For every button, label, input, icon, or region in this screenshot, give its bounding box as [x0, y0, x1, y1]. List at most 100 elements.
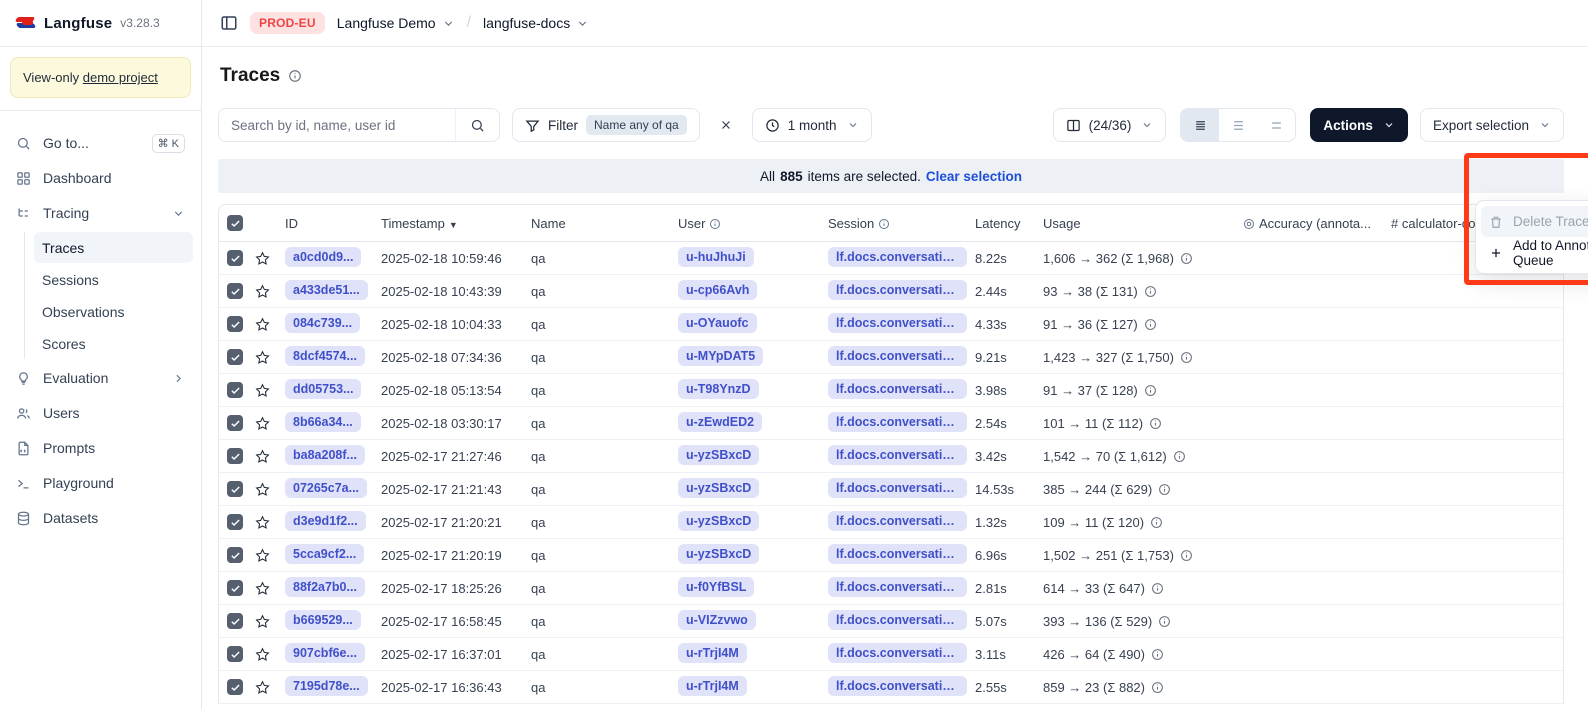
row-height-large-icon[interactable] [1257, 109, 1295, 141]
sidebar-item-scores[interactable]: Scores [34, 328, 193, 359]
trace-id-badge[interactable]: ba8a208f... [285, 445, 365, 465]
session-badge[interactable]: lf.docs.conversation... [828, 544, 967, 564]
row-checkbox[interactable] [227, 646, 243, 662]
bookmark-star-icon[interactable] [255, 284, 285, 299]
clear-selection-link[interactable]: Clear selection [926, 169, 1022, 184]
header-usage[interactable]: Usage [1043, 216, 1243, 231]
menu-item-add-to-annotation-queue[interactable]: Add to Annotation Queue [1481, 237, 1588, 268]
row-checkbox[interactable] [227, 316, 243, 332]
user-badge[interactable]: u-cp66Avh [678, 280, 757, 300]
table-row[interactable]: 7195d78e... 2025-02-17 16:36:43 qa u-rTr… [219, 671, 1563, 704]
table-row[interactable]: b669529... 2025-02-17 16:58:45 qa u-VIZz… [219, 605, 1563, 638]
session-badge[interactable]: lf.docs.conversation... [828, 445, 967, 465]
row-checkbox[interactable] [227, 448, 243, 464]
session-badge[interactable]: lf.docs.conversation... [828, 676, 967, 696]
header-timestamp[interactable]: Timestamp▼ [381, 216, 531, 231]
bookmark-star-icon[interactable] [255, 614, 285, 629]
table-row[interactable]: a0cd0d9... 2025-02-18 10:59:46 qa u-huJh… [219, 242, 1563, 275]
sidebar-item-prompts[interactable]: Prompts [8, 431, 193, 465]
bookmark-star-icon[interactable] [255, 548, 285, 563]
trace-id-badge[interactable]: 084c739... [285, 313, 360, 333]
user-badge[interactable]: u-OYauofc [678, 313, 757, 333]
session-badge[interactable]: lf.docs.conversation... [828, 478, 967, 498]
table-row[interactable]: 907cbf6e... 2025-02-17 16:37:01 qa u-rTr… [219, 638, 1563, 671]
trace-id-badge[interactable]: 907cbf6e... [285, 643, 365, 663]
bookmark-star-icon[interactable] [255, 581, 285, 596]
session-badge[interactable]: lf.docs.conversation... [828, 247, 967, 267]
table-row[interactable]: 88f2a7b0... 2025-02-17 18:25:26 qa u-f0Y… [219, 572, 1563, 605]
header-id[interactable]: ID [285, 216, 381, 231]
trace-id-badge[interactable]: 07265c7a... [285, 478, 367, 498]
bookmark-star-icon[interactable] [255, 251, 285, 266]
sidebar-item-tracing[interactable]: Tracing [8, 196, 193, 230]
demo-project-link[interactable]: demo project [83, 70, 158, 85]
sidebar-item-traces[interactable]: Traces [34, 232, 193, 263]
session-badge[interactable]: lf.docs.conversation... [828, 280, 967, 300]
bookmark-star-icon[interactable] [255, 383, 285, 398]
trace-id-badge[interactable]: d3e9d1f2... [285, 511, 366, 531]
column-visibility-button[interactable]: (24/36) [1053, 108, 1167, 142]
session-badge[interactable]: lf.docs.conversation... [828, 379, 967, 399]
table-row[interactable]: 8b66a34... 2025-02-18 03:30:17 qa u-zEwd… [219, 407, 1563, 440]
row-checkbox[interactable] [227, 514, 243, 530]
header-user[interactable]: User [678, 216, 828, 231]
table-row[interactable]: d3e9d1f2... 2025-02-17 21:20:21 qa u-yzS… [219, 506, 1563, 539]
user-badge[interactable]: u-T98YnzD [678, 379, 759, 399]
user-badge[interactable]: u-yzSBxcD [678, 478, 759, 498]
user-badge[interactable]: u-VIZzvwo [678, 610, 756, 630]
bookmark-star-icon[interactable] [255, 350, 285, 365]
user-badge[interactable]: u-rTrjI4M [678, 676, 747, 696]
goto-search[interactable]: Go to... ⌘ K [8, 126, 193, 160]
session-badge[interactable]: lf.docs.conversation... [828, 610, 967, 630]
table-row[interactable]: ba8a208f... 2025-02-17 21:27:46 qa u-yzS… [219, 440, 1563, 473]
org-selector[interactable]: Langfuse Demo [337, 15, 455, 31]
table-row[interactable]: 8dcf4574... 2025-02-18 07:34:36 qa u-MYp… [219, 341, 1563, 374]
select-all-checkbox[interactable] [227, 215, 243, 231]
trace-id-badge[interactable]: b669529... [285, 610, 361, 630]
menu-item-delete-traces[interactable]: Delete Traces [1481, 206, 1588, 237]
user-badge[interactable]: u-yzSBxcD [678, 544, 759, 564]
panel-toggle-icon[interactable] [220, 14, 238, 32]
session-badge[interactable]: lf.docs.conversation... [828, 346, 967, 366]
bookmark-star-icon[interactable] [255, 680, 285, 695]
row-checkbox[interactable] [227, 415, 243, 431]
sidebar-item-evaluation[interactable]: Evaluation [8, 361, 193, 395]
table-row[interactable]: 07265c7a... 2025-02-17 21:21:43 qa u-yzS… [219, 473, 1563, 506]
sidebar-item-observations[interactable]: Observations [34, 296, 193, 327]
user-badge[interactable]: u-MYpDAT5 [678, 346, 763, 366]
row-checkbox[interactable] [227, 382, 243, 398]
sidebar-item-datasets[interactable]: Datasets [8, 501, 193, 535]
clear-filter-button[interactable] [710, 109, 742, 141]
bookmark-star-icon[interactable] [255, 515, 285, 530]
bookmark-star-icon[interactable] [255, 449, 285, 464]
sidebar-item-dashboard[interactable]: Dashboard [8, 161, 193, 195]
user-badge[interactable]: u-zEwdED2 [678, 412, 762, 432]
row-height-medium-icon[interactable] [1219, 109, 1257, 141]
filter-button[interactable]: Filter Name any of qa [512, 108, 700, 142]
user-badge[interactable]: u-yzSBxcD [678, 445, 759, 465]
sidebar-item-users[interactable]: Users [8, 396, 193, 430]
export-selection-button[interactable]: Export selection [1420, 108, 1564, 142]
header-accuracy[interactable]: Accuracy (annota... [1243, 216, 1391, 231]
row-checkbox[interactable] [227, 613, 243, 629]
time-range-button[interactable]: 1 month [752, 108, 872, 142]
trace-id-badge[interactable]: dd05753... [285, 379, 361, 399]
header-name[interactable]: Name [531, 216, 678, 231]
row-checkbox[interactable] [227, 349, 243, 365]
trace-id-badge[interactable]: a0cd0d9... [285, 247, 361, 267]
user-badge[interactable]: u-yzSBxcD [678, 511, 759, 531]
trace-id-badge[interactable]: 8dcf4574... [285, 346, 365, 366]
session-badge[interactable]: lf.docs.conversation... [828, 313, 967, 333]
table-row[interactable]: a433de51... 2025-02-18 10:43:39 qa u-cp6… [219, 275, 1563, 308]
user-badge[interactable]: u-huJhuJi [678, 247, 754, 267]
user-badge[interactable]: u-rTrjI4M [678, 643, 747, 663]
trace-id-badge[interactable]: 8b66a34... [285, 412, 361, 432]
search-input[interactable] [219, 109, 455, 141]
row-checkbox[interactable] [227, 481, 243, 497]
user-badge[interactable]: u-f0YfBSL [678, 577, 754, 597]
table-row[interactable]: 5cca9cf2... 2025-02-17 21:20:19 qa u-yzS… [219, 539, 1563, 572]
row-checkbox[interactable] [227, 547, 243, 563]
session-badge[interactable]: lf.docs.conversation... [828, 511, 967, 531]
row-height-small-icon[interactable] [1181, 109, 1219, 141]
sidebar-item-playground[interactable]: Playground [8, 466, 193, 500]
